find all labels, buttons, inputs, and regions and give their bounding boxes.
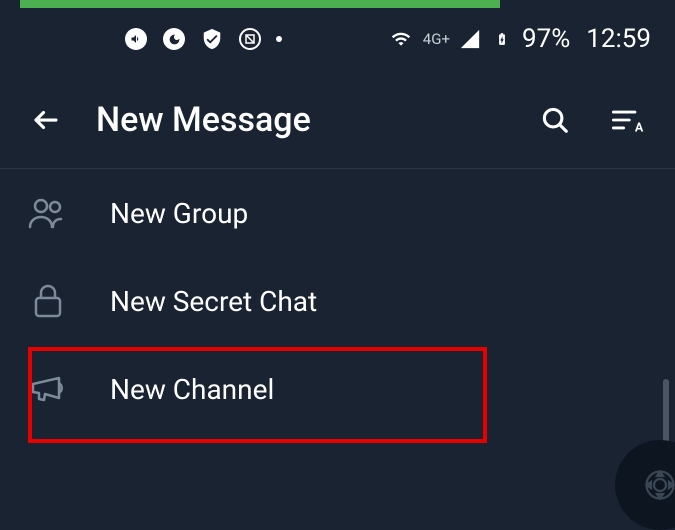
camera-watermark <box>615 440 675 530</box>
sort-button[interactable]: A <box>607 100 647 140</box>
back-button[interactable] <box>28 102 64 138</box>
wifi-icon <box>389 27 413 51</box>
battery-icon <box>490 27 514 51</box>
menu-label: New Channel <box>110 373 274 406</box>
menu-label: New Group <box>110 197 248 230</box>
top-green-bar <box>20 0 500 8</box>
menu-list: New Group New Secret Chat New Channel <box>0 169 675 433</box>
sound-icon <box>124 27 148 51</box>
megaphone-icon <box>28 371 68 407</box>
time-label: 12:59 <box>586 24 651 54</box>
svg-text:A: A <box>635 120 644 135</box>
status-bar: 4G+ 97% 12:59 <box>0 8 675 72</box>
menu-item-new-channel[interactable]: New Channel <box>0 345 675 433</box>
moon-icon <box>162 27 186 51</box>
sort-icon: A <box>610 105 644 135</box>
group-icon <box>28 195 68 231</box>
lock-icon <box>28 283 68 319</box>
menu-label: New Secret Chat <box>110 285 317 318</box>
shield-icon <box>200 27 224 51</box>
battery-label: 97% <box>522 24 570 54</box>
page-title: New Message <box>96 100 503 140</box>
menu-item-new-secret-chat[interactable]: New Secret Chat <box>0 257 675 345</box>
network-label: 4G+ <box>423 30 450 48</box>
signal-icon <box>458 27 482 51</box>
square-icon <box>238 27 262 51</box>
header: New Message A <box>0 72 675 169</box>
scroll-indicator <box>663 379 669 449</box>
arrow-left-icon <box>31 105 61 135</box>
menu-item-new-group[interactable]: New Group <box>0 169 675 257</box>
dot-indicator <box>276 36 282 42</box>
search-button[interactable] <box>535 100 575 140</box>
search-icon <box>540 105 570 135</box>
